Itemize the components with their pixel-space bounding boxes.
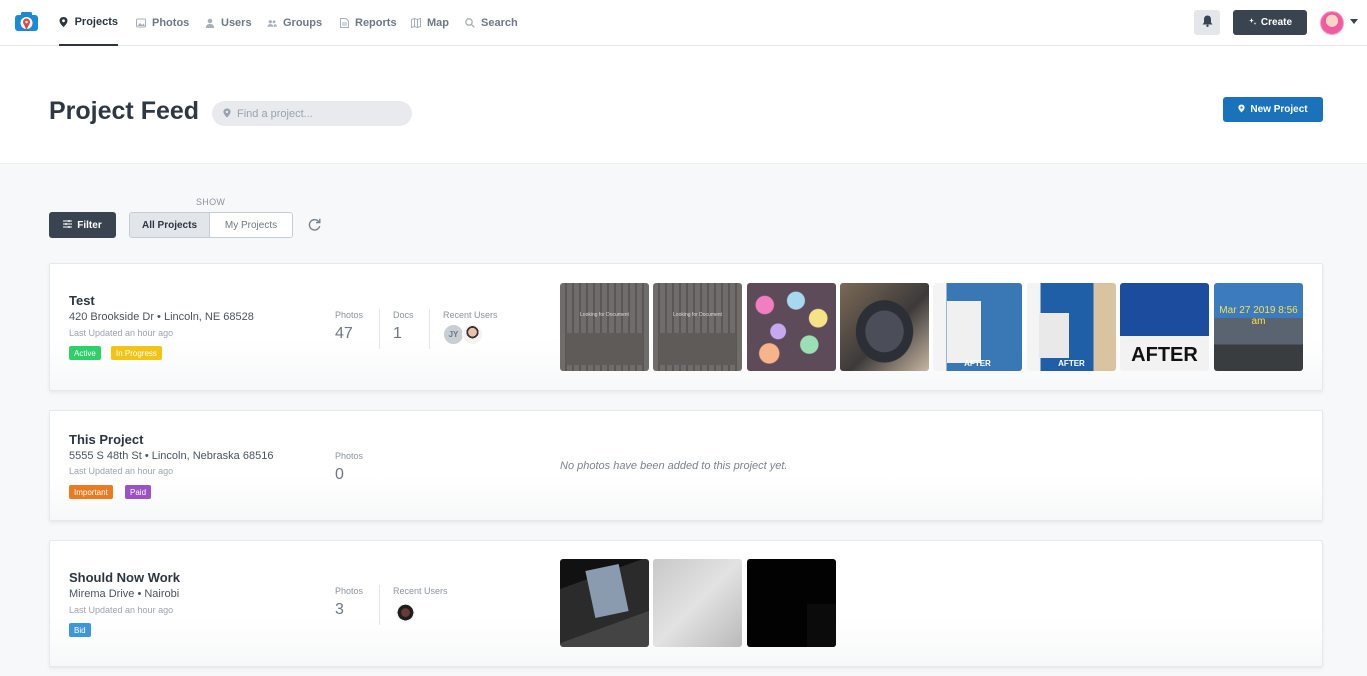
filter-button[interactable]: Filter <box>49 212 116 238</box>
photos-label: Photos <box>335 586 364 596</box>
bell-icon <box>1202 14 1213 32</box>
divider <box>379 585 380 625</box>
last-updated: Last Updated an hour ago <box>69 466 174 476</box>
project-title[interactable]: Test <box>69 293 95 308</box>
nav-label: Projects <box>74 16 118 28</box>
photo-thumbnail[interactable]: Looking for Document <box>560 283 649 371</box>
search-icon <box>465 18 475 28</box>
groups-icon <box>267 18 277 28</box>
top-navigation: Projects Photos Users Groups Reports Map… <box>0 0 1367 46</box>
photo-caption: Looking for Document <box>673 312 722 318</box>
new-project-button[interactable]: New Project <box>1223 97 1323 122</box>
show-label: SHOW <box>196 197 226 207</box>
nav-label: Groups <box>283 17 323 29</box>
photo-thumbnail[interactable] <box>747 283 836 371</box>
photo-thumbnail[interactable]: Mar 27 2019 8:56 am <box>1214 283 1303 371</box>
photo-caption: AFTER <box>1131 344 1198 366</box>
avatar[interactable] <box>462 324 483 345</box>
nav-projects[interactable]: Projects <box>59 0 118 46</box>
sparkle-icon <box>1248 17 1257 29</box>
create-button[interactable]: Create <box>1233 10 1307 35</box>
divider <box>429 309 430 349</box>
project-card[interactable]: Should Now Work Mirema Drive • Nairobi L… <box>49 540 1323 667</box>
project-address: 420 Brookside Dr • Lincoln, NE 68528 <box>69 311 254 323</box>
map-pin-icon <box>223 105 231 123</box>
photo-caption: Looking for Document <box>580 312 629 318</box>
status-badge: Active <box>69 346 101 360</box>
page-header: Project Feed New Project <box>0 46 1367 164</box>
avatar[interactable] <box>395 603 416 624</box>
new-project-label: New Project <box>1250 104 1308 115</box>
create-label: Create <box>1260 17 1293 28</box>
app-logo-icon[interactable] <box>14 11 39 34</box>
project-search[interactable] <box>212 101 412 126</box>
photo-thumbnail[interactable] <box>653 559 742 647</box>
divider <box>379 309 380 349</box>
project-address: Mirema Drive • Nairobi <box>69 588 180 600</box>
reports-icon <box>339 18 349 28</box>
project-title[interactable]: Should Now Work <box>69 570 180 585</box>
photo-thumbnail[interactable]: Looking for Document <box>653 283 742 371</box>
nav-map[interactable]: Map <box>411 0 449 46</box>
nav-search[interactable]: Search <box>465 0 518 46</box>
photo-caption: Mar 27 2019 8:56 am <box>1219 305 1298 327</box>
project-title[interactable]: This Project <box>69 432 143 447</box>
project-scope-toggle: All Projects My Projects <box>129 212 293 238</box>
user-avatar[interactable] <box>1320 11 1344 35</box>
status-badge: In Progress <box>111 346 162 360</box>
photo-caption: AFTER <box>1058 359 1085 368</box>
refresh-icon[interactable] <box>307 217 322 232</box>
filter-icon <box>63 219 73 231</box>
all-projects-button[interactable]: All Projects <box>130 213 210 237</box>
page-title: Project Feed <box>49 97 200 125</box>
photos-label: Photos <box>335 310 364 320</box>
nav-photos[interactable]: Photos <box>136 0 189 46</box>
project-card[interactable]: This Project 5555 S 48th St • Lincoln, N… <box>49 410 1323 521</box>
empty-photos-message: No photos have been added to this projec… <box>560 460 788 472</box>
status-badge: Important <box>69 485 113 499</box>
recent-users-label: Recent Users <box>443 310 498 320</box>
photo-thumbnail[interactable]: AFTER <box>1027 283 1116 371</box>
user-icon <box>205 18 215 28</box>
avatar[interactable]: JY <box>443 324 464 345</box>
nav-label: Users <box>221 17 252 29</box>
map-pin-icon <box>1238 104 1245 116</box>
nav-label: Map <box>427 17 449 29</box>
my-projects-button[interactable]: My Projects <box>210 213 292 237</box>
photo-caption: AFTER <box>964 359 991 368</box>
photo-thumbnail[interactable] <box>560 559 649 647</box>
photo-thumbnail[interactable]: AFTER <box>1120 283 1209 371</box>
recent-users-label: Recent Users <box>393 586 448 596</box>
search-input[interactable] <box>237 107 397 120</box>
nav-groups[interactable]: Groups <box>267 0 322 46</box>
photos-icon <box>136 18 146 28</box>
photos-count: 3 <box>335 601 344 618</box>
photos-count: 0 <box>335 466 344 483</box>
nav-reports[interactable]: Reports <box>339 0 397 46</box>
chevron-down-icon[interactable] <box>1350 19 1358 24</box>
photo-thumbnail[interactable] <box>840 283 929 371</box>
nav-label: Search <box>481 17 518 29</box>
docs-label: Docs <box>393 310 414 320</box>
nav-users[interactable]: Users <box>205 0 252 46</box>
project-address: 5555 S 48th St • Lincoln, Nebraska 68516 <box>69 450 274 462</box>
status-badge: Bid <box>69 623 91 637</box>
photos-count: 47 <box>335 325 353 342</box>
project-card[interactable]: Test 420 Brookside Dr • Lincoln, NE 6852… <box>49 263 1323 391</box>
last-updated: Last Updated an hour ago <box>69 605 174 615</box>
photo-thumbnail[interactable]: AFTER <box>933 283 1022 371</box>
last-updated: Last Updated an hour ago <box>69 328 174 338</box>
photos-label: Photos <box>335 451 364 461</box>
photo-thumbnail[interactable] <box>747 559 836 647</box>
status-badge: Paid <box>125 485 152 499</box>
map-pin-icon <box>59 17 69 27</box>
filter-label: Filter <box>77 219 102 231</box>
docs-count: 1 <box>393 325 402 342</box>
map-icon <box>411 18 421 28</box>
notifications-button[interactable] <box>1194 10 1220 35</box>
nav-label: Photos <box>152 17 190 29</box>
nav-label: Reports <box>355 17 397 29</box>
